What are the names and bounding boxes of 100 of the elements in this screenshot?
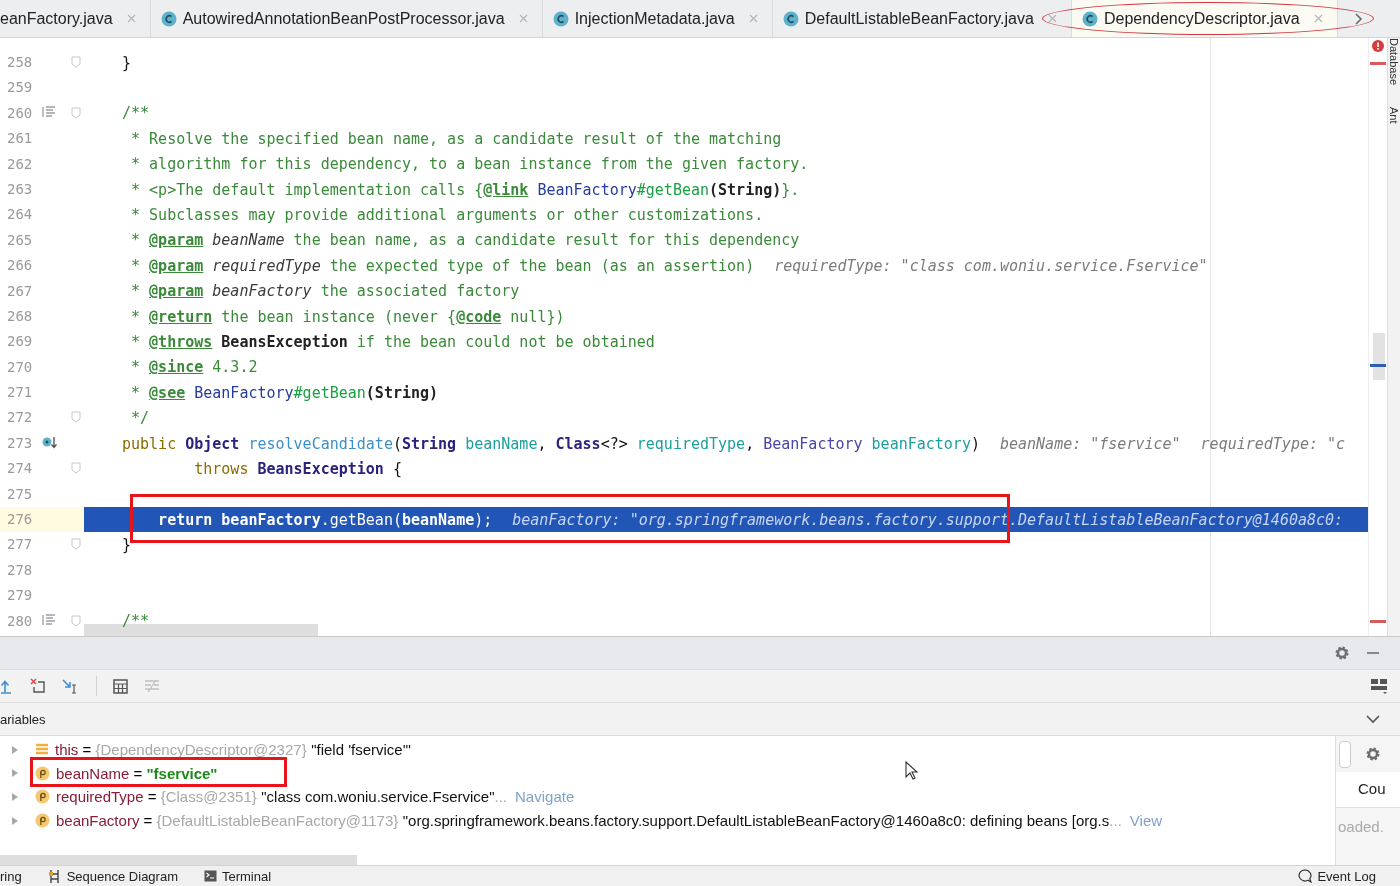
code-line: * @throws BeansException if the bean could not be obtained bbox=[130, 333, 655, 351]
line-number: 276 bbox=[7, 511, 33, 528]
step-out-icon[interactable] bbox=[0, 678, 14, 694]
editor-tab[interactable]: DependencyDescriptor.java bbox=[1071, 0, 1338, 37]
line-number: 261 bbox=[7, 130, 33, 147]
drop-frame-icon[interactable] bbox=[30, 678, 46, 694]
input-field[interactable] bbox=[1339, 740, 1351, 768]
editor-tab[interactable]: InjectionMetadata.java bbox=[542, 0, 773, 37]
code-line: * algorithm for this dependency, to a bean instance from the given factory. bbox=[130, 155, 809, 174]
fold-marker-icon[interactable] bbox=[71, 538, 81, 551]
line-number: 279 bbox=[7, 587, 33, 604]
tool-window-button[interactable]: Sequence Diagram bbox=[47, 868, 178, 884]
variable-entry[interactable]: beanName = "fservice" bbox=[56, 764, 218, 782]
line-number: 274 bbox=[7, 460, 33, 477]
line-number: 258 bbox=[7, 54, 33, 70]
error-icon[interactable] bbox=[1372, 40, 1384, 52]
code-line: /** bbox=[122, 612, 150, 631]
line-number: 267 bbox=[7, 282, 33, 299]
line-number: 265 bbox=[7, 231, 33, 248]
editor-tab[interactable]: eanFactory.java bbox=[0, 0, 151, 37]
close-icon[interactable] bbox=[518, 14, 528, 23]
code-line: * @param requiredType the expected type of the bean (as an assertion) bbox=[130, 256, 755, 275]
javadoc-icon[interactable] bbox=[42, 105, 56, 118]
javadoc-icon[interactable] bbox=[42, 613, 56, 626]
code-line: } bbox=[122, 536, 132, 555]
expand-arrow-icon[interactable] bbox=[10, 744, 20, 755]
sequence-diagram-icon bbox=[47, 869, 62, 883]
terminal-icon bbox=[204, 870, 217, 882]
layout-icon[interactable] bbox=[1370, 678, 1388, 694]
code-line: return beanFactory.getBean(beanName); bbox=[157, 510, 493, 529]
tool-window-button[interactable]: ring bbox=[0, 868, 22, 884]
line-number: 266 bbox=[7, 257, 33, 274]
fold-marker-icon[interactable] bbox=[71, 411, 81, 424]
line-number: 275 bbox=[7, 485, 33, 502]
close-icon[interactable] bbox=[126, 14, 136, 23]
variable-entry[interactable]: requiredType = {Class@2351} "class com.woniu.service.Fservice"... bbox=[56, 788, 508, 806]
line-number: 259 bbox=[7, 79, 33, 96]
field-icon bbox=[35, 742, 49, 757]
speech-bubble-icon bbox=[1298, 869, 1313, 883]
class-icon bbox=[1081, 10, 1098, 27]
column-header: Cou bbox=[1336, 772, 1400, 808]
inline-value-hint: requiredType: "class com.woniu.service.Fservice" bbox=[774, 256, 1208, 275]
vertical-scrollbar[interactable] bbox=[1373, 333, 1385, 380]
horizontal-scrollbar[interactable] bbox=[0, 855, 357, 865]
code-line: * <p>The default implementation calls {@link BeanFactory#getBean(String)}. bbox=[130, 180, 800, 199]
editor-tab[interactable]: AutowiredAnnotationBeanPostProcessor.java bbox=[150, 0, 543, 37]
expand-arrow-icon[interactable] bbox=[10, 815, 20, 826]
editor-tab[interactable]: DefaultListableBeanFactory.java bbox=[772, 0, 1072, 37]
line-number: 280 bbox=[7, 612, 33, 629]
tool-window-button[interactable]: Database bbox=[1388, 38, 1400, 86]
event-log-button[interactable]: Event Log bbox=[1298, 868, 1376, 884]
fold-marker-icon[interactable] bbox=[71, 614, 81, 627]
expand-arrow-icon[interactable] bbox=[10, 768, 20, 779]
parameter-icon bbox=[35, 765, 50, 781]
parameter-icon bbox=[35, 789, 50, 805]
code-line: * Subclasses may provide additional arguments or other customizations. bbox=[130, 206, 764, 225]
lines-icon[interactable] bbox=[144, 679, 160, 693]
parameter-icon bbox=[35, 813, 50, 829]
fold-marker-icon[interactable] bbox=[71, 106, 81, 119]
variable-entry[interactable]: this = {DependencyDescriptor@2327} "field 'fservice'" bbox=[55, 741, 411, 759]
inline-value-hint: requiredType: "c bbox=[1200, 434, 1346, 453]
class-icon bbox=[552, 10, 569, 27]
code-line: */ bbox=[130, 409, 150, 428]
close-icon[interactable] bbox=[1047, 14, 1057, 23]
chevron-right-icon[interactable] bbox=[1353, 12, 1364, 25]
code-line: * @param beanName the bean name, as a candidate result for this dependency bbox=[130, 231, 800, 250]
line-number: 269 bbox=[7, 333, 33, 350]
tool-window-button[interactable]: Ant bbox=[1388, 107, 1400, 124]
settings-icon[interactable] bbox=[1334, 645, 1350, 661]
line-number: 260 bbox=[7, 104, 33, 121]
settings-icon[interactable] bbox=[1365, 746, 1381, 762]
code-line: } bbox=[122, 53, 132, 72]
line-number: 263 bbox=[7, 180, 33, 197]
mouse-pointer-icon bbox=[905, 761, 919, 781]
override-icon[interactable] bbox=[42, 435, 58, 450]
class-icon bbox=[160, 10, 177, 27]
line-number: 262 bbox=[7, 155, 33, 172]
inline-value-hint: beanName: "fservice" bbox=[999, 434, 1181, 453]
code-line: public Object resolveCandidate(String beanName, Class<?> requiredType, BeanFactory beanFactory) bbox=[122, 434, 980, 453]
calculator-icon[interactable] bbox=[113, 678, 128, 694]
fold-marker-icon[interactable] bbox=[71, 56, 81, 68]
line-number: 264 bbox=[7, 206, 33, 223]
code-line: throws BeansException { bbox=[193, 459, 402, 478]
variable-entry[interactable]: beanFactory = {DefaultListableBeanFactory@1173} "org.springframework.beans.factory.support.DefaultListableBeanFactory@1460a8c0: defining beans [org.s... bbox=[56, 812, 1122, 830]
expand-arrow-icon[interactable] bbox=[10, 792, 20, 802]
line-number: 270 bbox=[7, 358, 33, 375]
line-number: 268 bbox=[7, 307, 33, 324]
chevron-down-icon[interactable] bbox=[1366, 714, 1380, 724]
line-number: 272 bbox=[7, 409, 33, 426]
message-text: oaded. bbox=[1337, 817, 1385, 835]
close-icon[interactable] bbox=[1313, 14, 1323, 23]
fold-marker-icon[interactable] bbox=[71, 462, 81, 475]
close-icon[interactable] bbox=[748, 14, 758, 23]
line-number: 278 bbox=[7, 561, 33, 578]
code-line: * @since 4.3.2 bbox=[130, 358, 258, 377]
code-line: * Resolve the specified bean name, as a candidate result of the matching bbox=[130, 129, 782, 148]
class-icon bbox=[782, 10, 799, 27]
tool-window-button[interactable]: Terminal bbox=[204, 868, 272, 884]
code-line: * @see BeanFactory#getBean(String) bbox=[130, 383, 439, 402]
panel-title: ariables bbox=[0, 711, 46, 727]
